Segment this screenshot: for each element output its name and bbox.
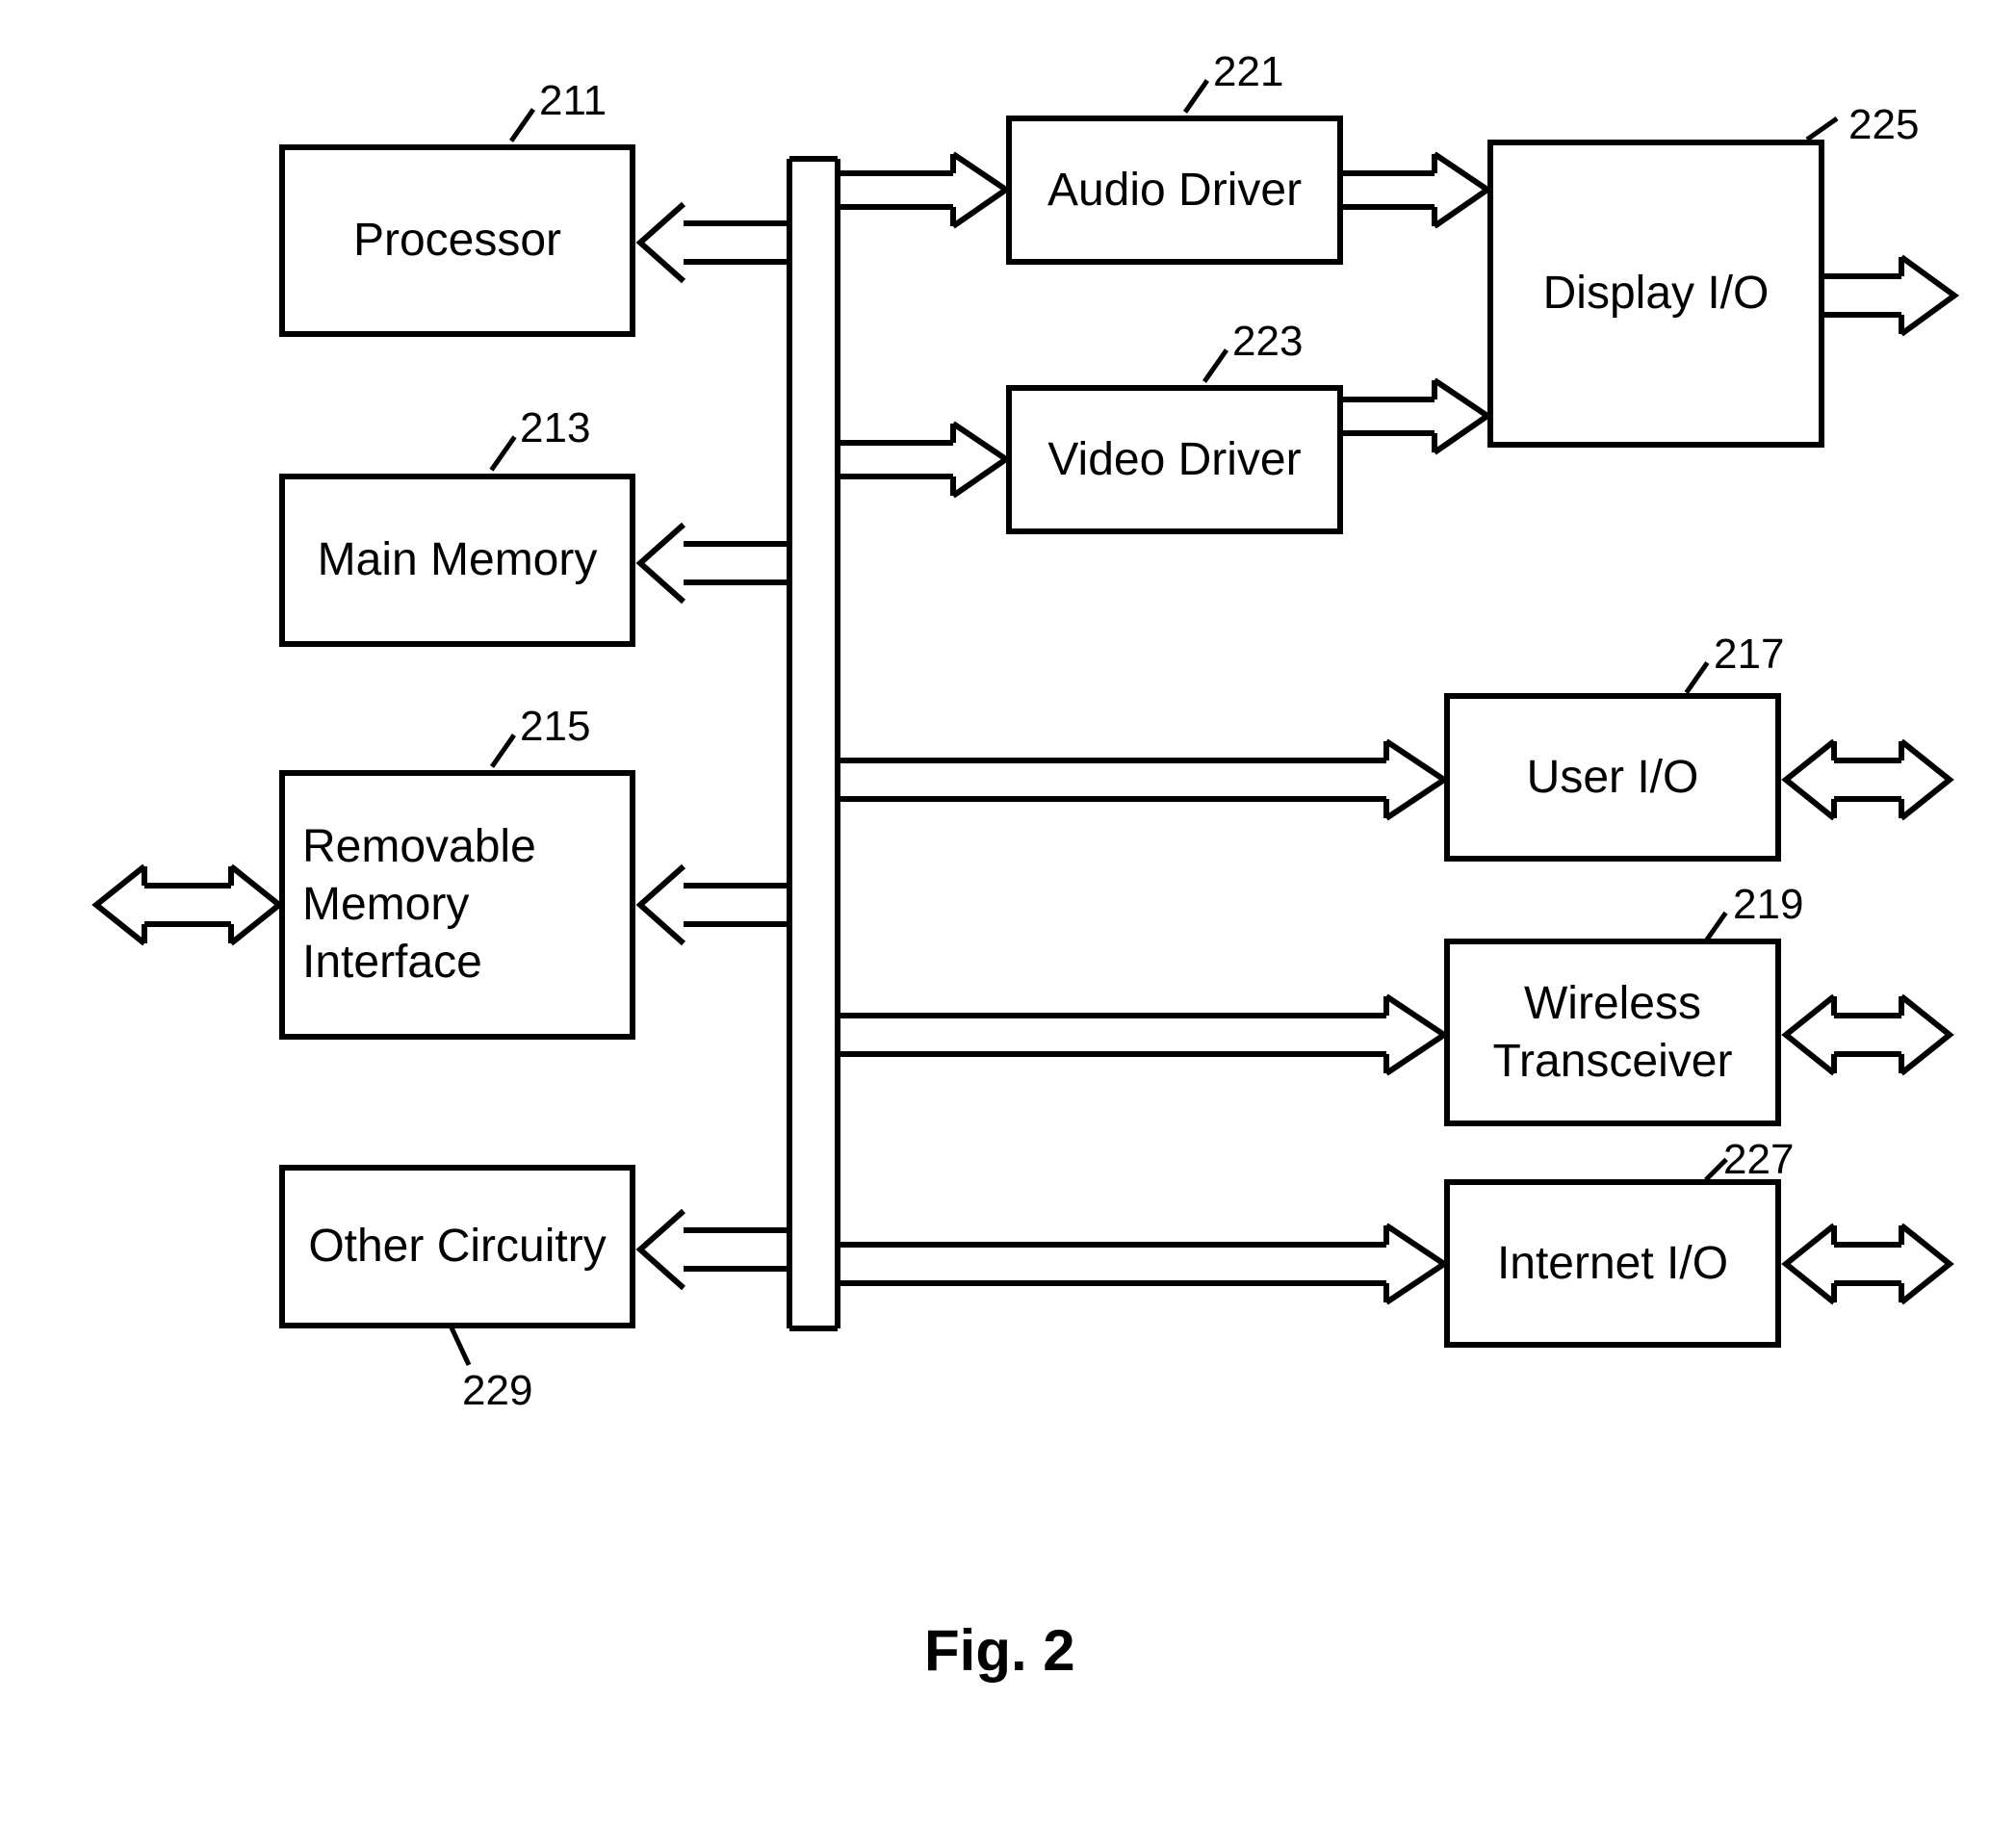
block-other-label: Other Circuitry: [308, 1218, 606, 1275]
block-video-label: Video Driver: [1047, 431, 1301, 489]
block-internet-label: Internet I/O: [1497, 1235, 1728, 1293]
block-audio: Audio Driver: [1006, 116, 1343, 265]
num-audio: 221: [1213, 48, 1283, 96]
tick-processor: [509, 108, 535, 142]
block-processor-label: Processor: [353, 212, 561, 270]
block-userio-label: User I/O: [1527, 749, 1699, 807]
tick-video: [1202, 348, 1228, 383]
tick-wireless: [1704, 912, 1727, 942]
num-processor: 211: [539, 77, 607, 125]
num-internet: 227: [1723, 1136, 1794, 1184]
block-main-memory-label: Main Memory: [318, 531, 598, 589]
block-display-label: Display I/O: [1543, 265, 1770, 322]
figure-caption: Fig. 2: [924, 1617, 1075, 1684]
block-wireless-label: Wireless Transceiver: [1493, 975, 1733, 1091]
block-audio-label: Audio Driver: [1047, 162, 1302, 219]
block-video: Video Driver: [1006, 385, 1343, 534]
num-wireless: 219: [1733, 881, 1803, 929]
num-display: 225: [1848, 101, 1919, 149]
diagram-canvas: Processor 211 Main Memory 213 Removable …: [0, 0, 2016, 1829]
tick-display: [1806, 116, 1839, 142]
block-internet: Internet I/O: [1444, 1179, 1781, 1348]
block-userio: User I/O: [1444, 693, 1781, 862]
tick-main-memory: [489, 435, 516, 471]
block-main-memory: Main Memory: [279, 474, 635, 647]
tick-rmi: [490, 734, 516, 768]
block-rmi-label: Removable Memory Interface: [302, 818, 536, 992]
tick-audio: [1183, 79, 1209, 114]
block-display: Display I/O: [1487, 140, 1824, 448]
block-wireless: Wireless Transceiver: [1444, 939, 1781, 1126]
num-video: 223: [1232, 318, 1303, 366]
block-rmi: Removable Memory Interface: [279, 770, 635, 1040]
tick-other: [449, 1325, 472, 1366]
num-userio: 217: [1714, 631, 1784, 679]
num-main-memory: 213: [520, 404, 590, 452]
num-rmi: 215: [520, 703, 590, 751]
block-processor: Processor: [279, 144, 635, 337]
block-other: Other Circuitry: [279, 1165, 635, 1328]
tick-userio: [1685, 661, 1710, 694]
num-other: 229: [462, 1367, 532, 1415]
